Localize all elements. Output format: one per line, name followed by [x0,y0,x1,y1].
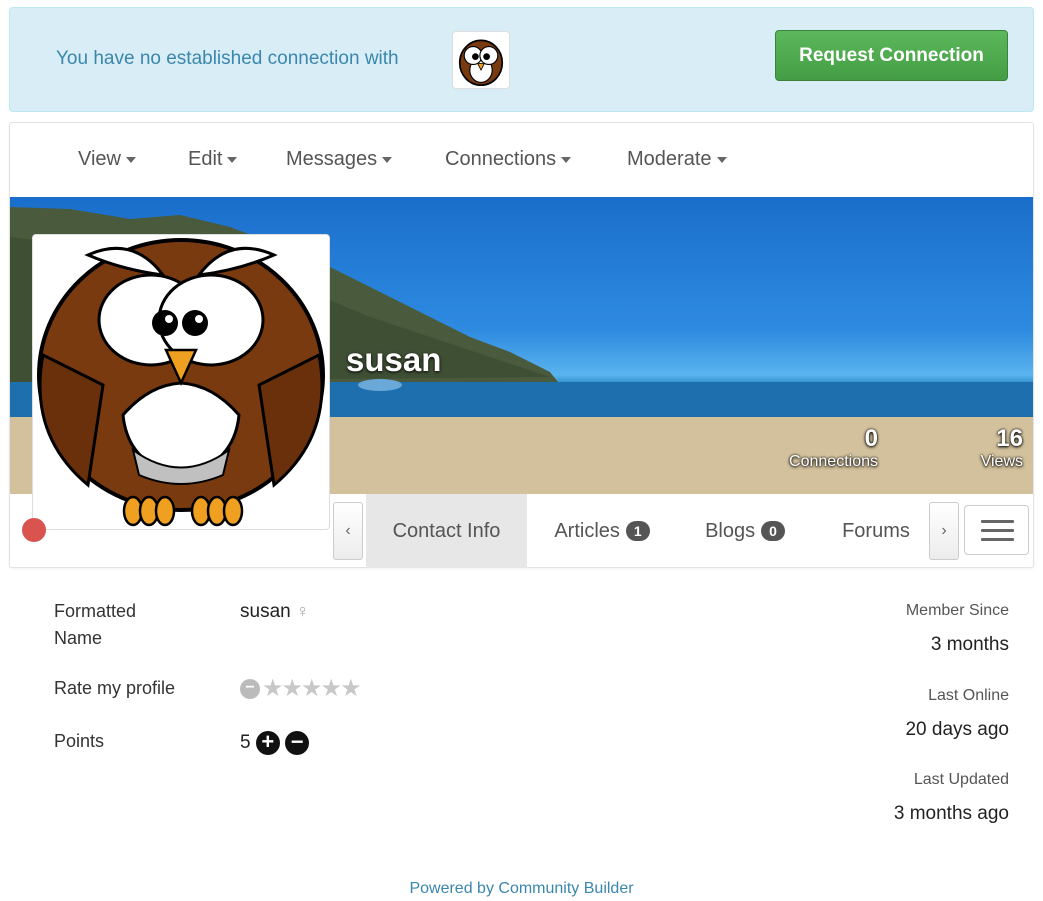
points-value: 5 + − [240,731,310,755]
tab-contact-info[interactable]: Contact Info [366,494,527,568]
tab-scroll-right-button[interactable]: › [929,502,959,560]
tabs-menu-button[interactable] [964,505,1029,555]
menu-edit[interactable]: Edit [188,148,238,171]
caret-down-icon [126,156,136,163]
last-online-label: Last Online [928,687,1009,704]
tab-forums-label: Forums [842,519,910,542]
chevron-left-icon: ‹ [345,522,351,539]
rating-label: Rate my profile [54,678,176,698]
tab-blogs-badge: 0 [761,521,785,541]
tab-blogs[interactable]: Blogs 0 [690,494,800,568]
formatted-name-text: susan [240,601,291,622]
tab-contact-info-label: Contact Info [392,519,501,542]
menu-edit-label: Edit [188,148,223,170]
star-icon[interactable]: ★ [340,674,362,703]
profile-rating[interactable]: − ★ ★ ★ ★ ★ [240,674,362,703]
stat-views-value: 16 [996,425,1023,452]
star-icon[interactable]: ★ [301,674,323,703]
female-icon: ♀ [295,601,310,621]
caret-down-icon [382,156,393,163]
member-since-value: 3 months [930,634,1009,655]
menu-connections-label: Connections [445,148,557,170]
caret-down-icon [561,156,572,163]
owl-avatar-icon [37,238,325,527]
alert-user-avatar[interactable] [452,31,510,89]
last-updated-value: 3 months ago [893,803,1009,824]
stat-connections[interactable]: 0 Connections [789,425,878,471]
online-status-indicator [22,518,46,542]
connection-alert: You have no established connection with … [9,7,1034,112]
member-since-label: Member Since [905,602,1009,619]
alert-text: You have no established connection with [56,48,399,69]
menu-moderate-label: Moderate [627,148,712,170]
clear-rating-icon[interactable]: − [240,678,260,699]
profile-name-overlay: susan [346,341,442,378]
tab-scroll-left-button[interactable]: ‹ [333,502,363,560]
menu-view-label: View [78,148,121,170]
tab-articles-label: Articles [554,519,620,542]
menu-view[interactable]: View [78,148,136,171]
caret-down-icon [716,156,727,163]
star-icon[interactable]: ★ [282,674,304,703]
minus-circle-icon[interactable]: − [285,731,310,755]
tab-blogs-label: Blogs [705,519,756,542]
hamburger-icon-bar [981,538,1014,541]
caret-down-icon [227,156,238,163]
menu-moderate[interactable]: Moderate [627,148,727,171]
footer: Powered by Community Builder [0,880,1043,898]
chevron-right-icon: › [941,522,947,539]
profile-menubar: View Edit Messages Connections Moderate [10,123,1033,197]
owl-avatar-icon [458,39,504,87]
star-icon[interactable]: ★ [321,674,343,703]
hamburger-icon-bar [981,529,1014,532]
tab-forums[interactable]: Forums [828,494,924,568]
last-updated-label: Last Updated [913,771,1009,788]
profile-photo[interactable] [32,234,330,530]
star-icon[interactable]: ★ [262,674,284,703]
formatted-name-value: susan ♀ [240,601,309,623]
profile-panel: View Edit Messages Connections Moderate … [9,122,1034,568]
points-label: Points [54,731,105,751]
stat-connections-value: 0 [864,425,878,452]
stat-views-label: Views [980,453,1023,470]
stat-views: 16 Views [981,425,1023,471]
last-online-value: 20 days ago [905,719,1009,740]
tab-articles[interactable]: Articles 1 [537,494,667,568]
formatted-name-label: Formatted Name [54,601,137,648]
menu-messages[interactable]: Messages [286,148,393,171]
menu-connections[interactable]: Connections [445,148,572,171]
menu-messages-label: Messages [286,148,378,170]
points-number: 5 [240,732,251,754]
plus-circle-icon[interactable]: + [255,731,280,755]
request-connection-button[interactable]: Request Connection [775,30,1008,81]
tab-articles-badge: 1 [625,521,650,541]
hamburger-icon [981,520,1014,523]
powered-by-link[interactable]: Powered by Community Builder [409,880,633,897]
stat-connections-label: Connections [789,453,878,470]
